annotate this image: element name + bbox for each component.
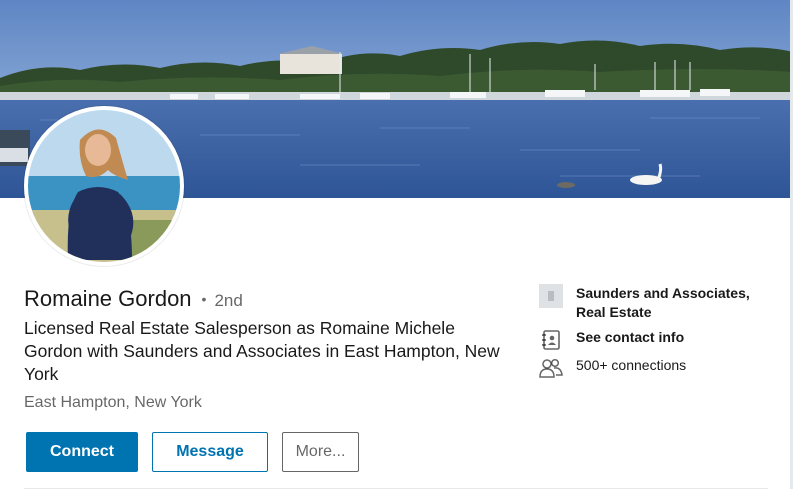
- connections-count[interactable]: 500+ connections: [539, 356, 686, 380]
- profile-card: Romaine Gordon • 2nd Licensed Real Estat…: [0, 0, 793, 489]
- people-icon: [539, 356, 563, 380]
- company-name: Saunders and Associates, Real Estate: [576, 285, 750, 320]
- profile-location: East Hampton, New York: [24, 394, 202, 411]
- address-book-icon: [539, 328, 563, 352]
- name-row: Romaine Gordon • 2nd: [24, 286, 243, 312]
- contact-info-link[interactable]: See contact info: [539, 328, 684, 352]
- connection-degree: 2nd: [214, 291, 243, 310]
- current-company[interactable]: Saunders and Associates, Real Estate: [539, 284, 766, 322]
- profile-photo[interactable]: [24, 106, 184, 266]
- profile-name: Romaine Gordon: [24, 286, 192, 311]
- more-button[interactable]: More...: [282, 432, 359, 472]
- connections-label: 500+ connections: [576, 357, 687, 373]
- building-icon: [539, 284, 563, 308]
- profile-headline: Licensed Real Estate Salesperson as Roma…: [24, 318, 500, 384]
- message-button[interactable]: Message: [152, 432, 268, 472]
- degree-separator: •: [201, 291, 207, 307]
- connect-button[interactable]: Connect: [26, 432, 138, 472]
- contact-info-label: See contact info: [576, 329, 685, 345]
